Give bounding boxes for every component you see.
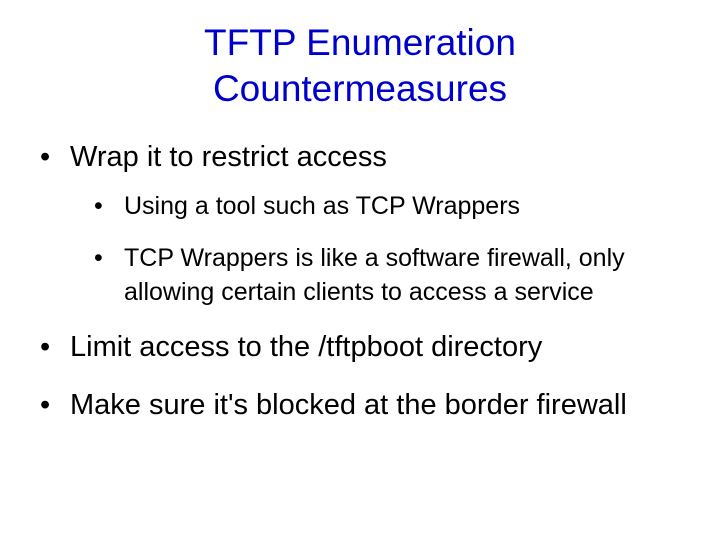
bullet-list: Wrap it to restrict access Using a tool … xyxy=(30,139,690,425)
bullet-1-text: Wrap it to restrict access xyxy=(70,141,387,173)
bullet-1-sub-2-text: TCP Wrappers is like a software firewall… xyxy=(124,244,625,306)
bullet-1: Wrap it to restrict access Using a tool … xyxy=(30,139,690,310)
bullet-1-sub-1: Using a tool such as TCP Wrappers xyxy=(70,190,690,224)
bullet-3: Make sure it's blocked at the border fir… xyxy=(30,387,690,425)
bullet-1-sub-1-text: Using a tool such as TCP Wrappers xyxy=(124,192,520,220)
bullet-3-text: Make sure it's blocked at the border fir… xyxy=(70,389,627,421)
title-line-1: TFTP Enumeration xyxy=(204,22,516,63)
bullet-2-text: Limit access to the /tftpboot directory xyxy=(70,331,542,363)
slide: TFTP Enumeration Countermeasures Wrap it… xyxy=(0,0,720,540)
bullet-1-sub-2: TCP Wrappers is like a software firewall… xyxy=(70,242,690,310)
slide-title: TFTP Enumeration Countermeasures xyxy=(30,20,690,113)
bullet-1-sublist: Using a tool such as TCP Wrappers TCP Wr… xyxy=(70,190,690,309)
title-line-2: Countermeasures xyxy=(213,68,507,109)
bullet-2: Limit access to the /tftpboot directory xyxy=(30,329,690,367)
